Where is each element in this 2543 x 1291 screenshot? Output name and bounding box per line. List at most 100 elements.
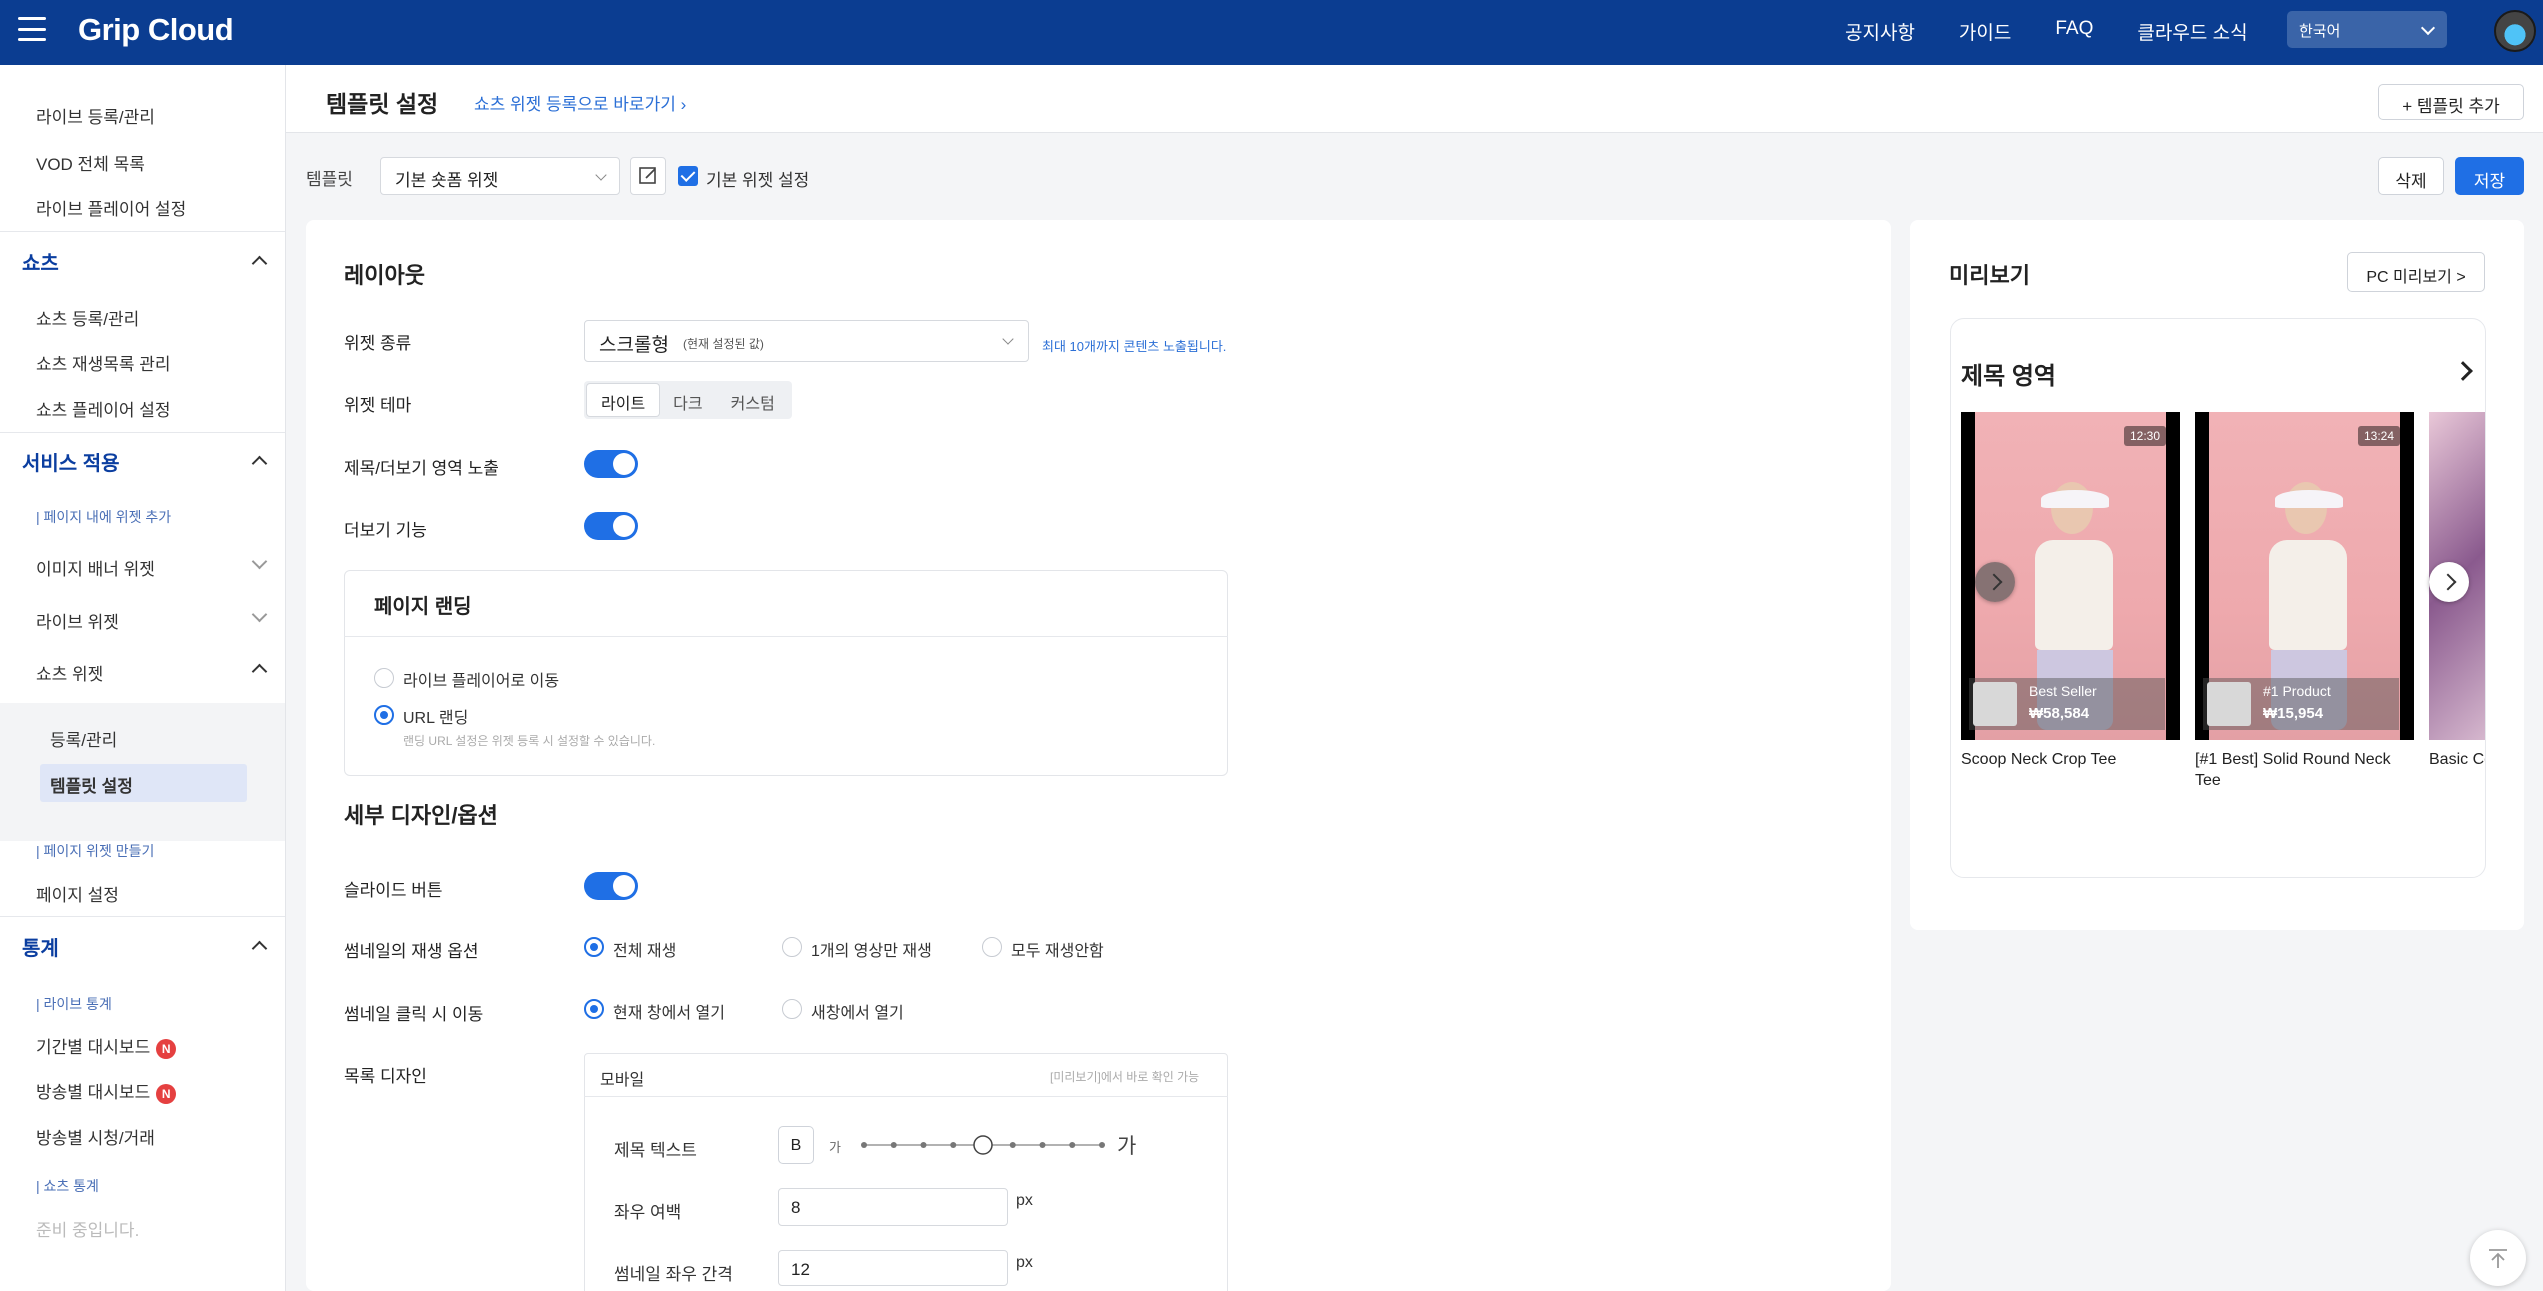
nav-guide[interactable]: 가이드 (1959, 18, 2011, 45)
theme-label: 위젯 테마 (344, 396, 412, 415)
widget-type-note: (현재 설정된 값) (683, 337, 764, 351)
thumb-play-one-radio[interactable] (782, 937, 802, 957)
thumb-play-all-label: 전체 재생 (613, 943, 677, 960)
more-feature-toggle[interactable] (584, 512, 638, 540)
thumb-click-current-label: 현재 창에서 열기 (613, 1005, 725, 1022)
menu-icon[interactable] (18, 17, 46, 41)
logo[interactable]: Grip Cloud (78, 12, 234, 48)
page-title: 템플릿 설정 (326, 91, 439, 117)
add-template-button[interactable]: + 템플릿 추가 (2378, 84, 2524, 120)
sidebar-subheader-shorts-stats: | 쇼츠 통계 (36, 1178, 99, 1194)
sidebar-item-period-dashboard[interactable]: 기간별 대시보드 N (36, 1033, 177, 1059)
sidebar-item-broadcast-dashboard[interactable]: 방송별 대시보드 N (36, 1078, 177, 1104)
default-widget-checkbox[interactable] (678, 166, 698, 186)
chevron-down-icon[interactable] (251, 553, 268, 570)
chevron-up-icon[interactable] (251, 255, 268, 272)
chevron-down-icon[interactable] (251, 606, 268, 623)
thumb-click-current-radio[interactable] (584, 999, 604, 1019)
sidebar-item-vod-list[interactable]: VOD 전체 목록 (36, 150, 145, 175)
product-badge: #1 Product (2263, 683, 2331, 699)
slide-button-toggle[interactable] (584, 872, 638, 900)
nav-cloud-news[interactable]: 클라우드 소식 (2137, 18, 2247, 45)
sidebar-item-live-manage[interactable]: 라이브 등록/관리 (36, 103, 155, 128)
side-margin-input[interactable]: 8 (778, 1188, 1008, 1226)
sidebar-section-service[interactable]: 서비스 적용 (22, 447, 120, 476)
sidebar-item-broadcast-views[interactable]: 방송별 시청/거래 (36, 1124, 155, 1149)
sidebar-section-stats[interactable]: 통계 (22, 932, 59, 961)
edit-template-button[interactable] (630, 157, 666, 195)
theme-light[interactable]: 라이트 (587, 384, 660, 416)
theme-dark[interactable]: 다크 (659, 384, 716, 416)
landing-option-url-radio[interactable] (374, 705, 394, 725)
slider-tick (1069, 1142, 1076, 1148)
theme-custom[interactable]: 커스텀 (717, 384, 789, 416)
landing-hint: 랜딩 URL 설정은 위젯 등록 시 설정할 수 있습니다. (403, 734, 656, 748)
shortcut-link[interactable]: 쇼츠 위젯 등록으로 바로가기 › (474, 90, 686, 115)
thumb-play-none-radio[interactable] (982, 937, 1002, 957)
sidebar: 라이브 등록/관리 VOD 전체 목록 라이브 플레이어 설정 쇼츠 쇼츠 등록… (0, 65, 286, 1291)
slider-tick (890, 1142, 897, 1148)
chevron-up-icon[interactable] (251, 663, 268, 680)
pc-preview-button[interactable]: PC 미리보기 > (2347, 252, 2485, 292)
preview-thumb-2-title[interactable]: [#1 Best] Solid Round Neck Tee (2195, 749, 2405, 791)
title-more-label: 제목/더보기 영역 노출 (344, 459, 499, 478)
sidebar-item-shorts-manage[interactable]: 쇼츠 등록/관리 (36, 305, 139, 330)
font-size-slider[interactable] (858, 1133, 1108, 1157)
plus-icon: + (2402, 97, 2417, 116)
more-feature-label: 더보기 기능 (344, 521, 427, 540)
product-price: ₩58,584 (2029, 705, 2090, 722)
preview-thumb-1-title[interactable]: Scoop Neck Crop Tee (1961, 749, 2180, 770)
default-widget-label: 기본 위젯 설정 (706, 171, 810, 190)
chevron-right-icon[interactable] (2453, 361, 2473, 381)
product-image (1973, 682, 2017, 726)
nav-faq[interactable]: FAQ (2055, 18, 2093, 45)
sidebar-subheader-label: 라이브 통계 (43, 996, 112, 1012)
slide-button-label: 슬라이드 버튼 (344, 881, 443, 900)
sidebar-section-shorts[interactable]: 쇼츠 (22, 247, 59, 276)
divider (0, 916, 285, 917)
template-select[interactable]: 기본 숏폼 위젯 (380, 157, 620, 195)
sidebar-item-shorts-player[interactable]: 쇼츠 플레이어 설정 (36, 396, 171, 421)
preview-thumb-1[interactable]: 12:30 Best Seller ₩58,584 (1961, 412, 2180, 740)
slider-handle[interactable] (973, 1135, 993, 1155)
thumb-play-all-radio[interactable] (584, 937, 604, 957)
sidebar-item-shorts-widget[interactable]: 쇼츠 위젯 (36, 660, 103, 685)
thumb-play-none-label: 모두 재생안함 (1011, 943, 1104, 960)
delete-button[interactable]: 삭제 (2378, 157, 2444, 195)
duration-badge: 12:30 (2123, 426, 2166, 446)
sidebar-item-page-settings[interactable]: 페이지 설정 (36, 881, 119, 906)
font-size-small-label: 가 (829, 1140, 841, 1155)
side-margin-unit: px (1016, 1192, 1033, 1209)
sidebar-item-template-settings[interactable]: 템플릿 설정 (50, 772, 133, 797)
slide-next-button[interactable] (2429, 562, 2469, 602)
shortcut-label: 쇼츠 위젯 등록으로 바로가기 (474, 95, 676, 114)
thumb-gap-input[interactable]: 12 (778, 1250, 1008, 1286)
widget-type-select[interactable]: 스크롤형 (현재 설정된 값) (584, 320, 1029, 362)
thumb-click-new-radio[interactable] (782, 999, 802, 1019)
preview-thumb-2[interactable]: 13:24 #1 Product ₩15,954 (2195, 412, 2414, 740)
sidebar-item-widget-manage[interactable]: 등록/관리 (50, 726, 117, 751)
product-price: ₩15,954 (2263, 705, 2324, 722)
sidebar-item-live-player[interactable]: 라이브 플레이어 설정 (36, 195, 186, 220)
avatar[interactable] (2494, 10, 2536, 52)
language-select[interactable]: 한국어 (2287, 11, 2447, 48)
sidebar-item-image-banner[interactable]: 이미지 배너 위젯 (36, 555, 155, 580)
chevron-up-icon[interactable] (251, 455, 268, 472)
scroll-top-button[interactable] (2470, 1230, 2526, 1286)
slide-prev-button[interactable] (1975, 562, 2015, 602)
list-design-label: 목록 디자인 (344, 1067, 427, 1086)
preview-thumb-3-title[interactable]: Basic Co (2429, 749, 2485, 770)
thumb-play-label: 썸네일의 재생 옵션 (344, 942, 479, 961)
sidebar-item-shorts-playlist[interactable]: 쇼츠 재생목록 관리 (36, 350, 171, 375)
sidebar-item-label: 방송별 대시보드 (36, 1083, 151, 1102)
title-more-toggle[interactable] (584, 450, 638, 478)
top-nav: 공지사항 가이드 FAQ 클라우드 소식 (1845, 18, 2292, 45)
nav-notice[interactable]: 공지사항 (1845, 18, 1915, 45)
landing-option-player-radio[interactable] (374, 668, 394, 688)
bold-toggle-button[interactable]: B (778, 1126, 814, 1164)
thumb-gap-unit: px (1016, 1254, 1033, 1271)
save-button[interactable]: 저장 (2455, 157, 2524, 195)
sidebar-item-live-widget[interactable]: 라이브 위젯 (36, 608, 119, 633)
chevron-up-icon[interactable] (251, 940, 268, 957)
slider-tick (920, 1142, 927, 1148)
